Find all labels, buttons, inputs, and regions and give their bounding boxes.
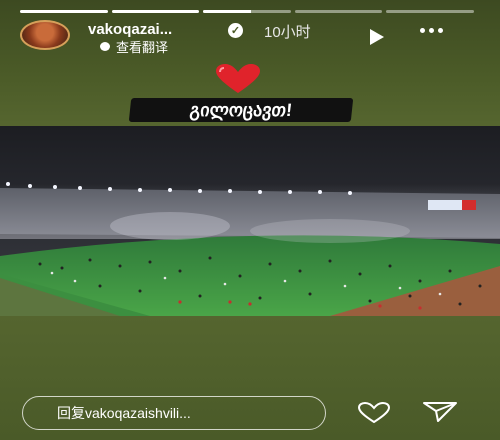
- stadium-photo: [0, 126, 500, 316]
- progress-segment: [386, 10, 474, 13]
- congrats-text-sticker: გილოცავთ!: [128, 98, 354, 122]
- verified-badge-icon: ✓: [228, 23, 243, 38]
- username[interactable]: vakoqazai...: [88, 21, 172, 38]
- reply-placeholder: 回复vakoqazaishvili...: [57, 405, 191, 421]
- heart-outline-icon[interactable]: [356, 402, 392, 424]
- play-icon[interactable]: [370, 29, 384, 45]
- progress-segment: [294, 10, 383, 13]
- speech-bubble-icon: [100, 42, 110, 51]
- post-time: 10小时: [264, 24, 311, 41]
- paper-plane-icon[interactable]: [422, 400, 458, 424]
- story-progress-bar: [20, 10, 474, 13]
- see-translation-label: 查看翻译: [116, 40, 169, 55]
- reply-input[interactable]: 回复vakoqazaishvili...: [22, 396, 326, 430]
- avatar[interactable]: [20, 20, 70, 50]
- progress-segment: [20, 10, 108, 13]
- story-view[interactable]: vakoqazai... ✓ 10小时 查看翻译 გილოცავთ! 回复vak…: [0, 0, 500, 440]
- progress-segment: [111, 10, 200, 13]
- heart-icon: [216, 64, 260, 93]
- progress-segment: [203, 10, 291, 13]
- sticker-text: გილოცავთ!: [188, 99, 294, 120]
- more-options-icon[interactable]: [420, 28, 443, 33]
- see-translation-button[interactable]: 查看翻译: [100, 37, 168, 56]
